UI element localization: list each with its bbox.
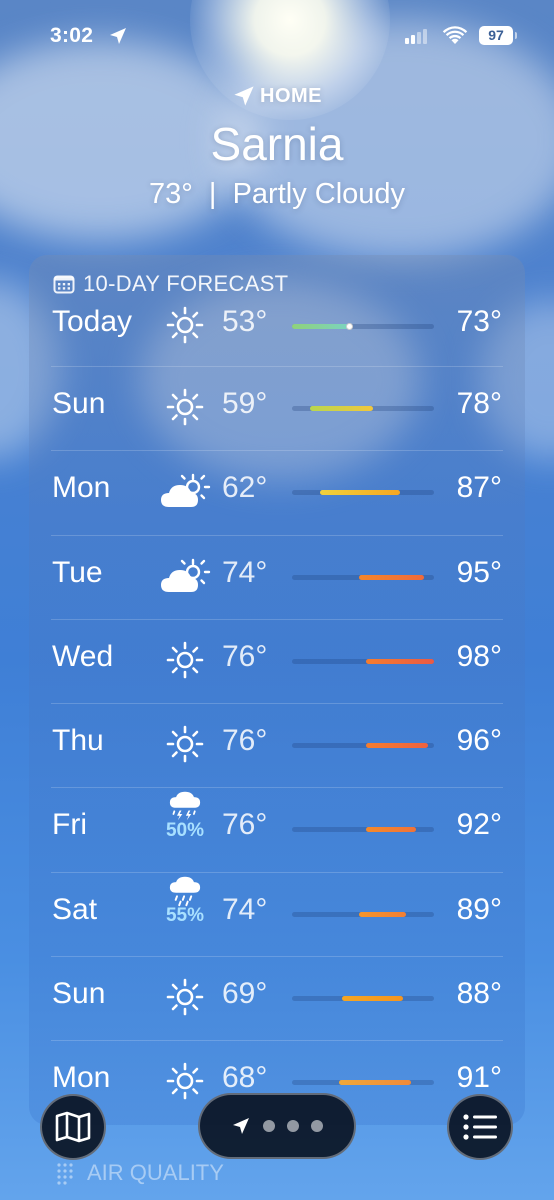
high-temp: 87°	[456, 471, 502, 505]
forecast-day: Mon	[52, 471, 111, 505]
temp-range-fill	[358, 574, 425, 580]
forecast-day: Fri	[52, 808, 87, 842]
forecast-row[interactable]: Fri 50% 76° 92°	[29, 788, 525, 873]
temp-range-fill	[358, 911, 406, 917]
map-icon	[55, 1111, 91, 1143]
high-temp: 73°	[456, 305, 502, 338]
forecast-day: Sun	[52, 387, 106, 420]
air-quality-icon	[57, 1163, 73, 1185]
precip-chance: 55%	[165, 904, 205, 926]
partly-cloudy-icon	[157, 550, 213, 602]
temp-range-bar	[292, 490, 434, 496]
air-quality-header: AIR QUALITY	[55, 1160, 224, 1186]
partly-cloudy-icon	[157, 465, 213, 517]
forecast-rows: Today 53° 73° Sun 59° 78° Mon 62° 87° Tue 74° 95° We…	[29, 285, 525, 1125]
list-icon	[463, 1114, 497, 1140]
sun-icon	[157, 718, 213, 770]
temp-range-fill	[365, 743, 429, 749]
forecast-row[interactable]: Wed 76° 98°	[29, 620, 525, 705]
rain-icon: 55%	[157, 875, 213, 927]
current-temp-dot	[345, 323, 353, 330]
precip-chance: 50%	[165, 820, 205, 842]
low-temp: 76°	[222, 808, 268, 842]
low-temp: 62°	[222, 471, 268, 505]
forecast-row[interactable]: Mon 62° 87°	[29, 451, 525, 536]
temp-range-fill	[341, 996, 403, 1002]
temp-range-bar	[292, 1080, 434, 1086]
low-temp: 74°	[222, 555, 268, 589]
temp-range-bar	[292, 827, 434, 833]
temp-range-bar	[292, 658, 434, 664]
location-pager[interactable]	[198, 1093, 356, 1159]
ten-day-forecast-card[interactable]: 10-DAY FORECAST Today 53° 73° Sun 59° 78° Mon 6…	[29, 255, 525, 1125]
battery-indicator: 97	[479, 26, 517, 45]
current-location-icon	[233, 1118, 249, 1134]
high-temp: 96°	[456, 724, 502, 758]
low-temp: 69°	[222, 977, 268, 1011]
map-button[interactable]	[40, 1094, 106, 1160]
sun-icon	[157, 299, 213, 351]
low-temp: 59°	[222, 387, 268, 420]
location-list-button[interactable]	[447, 1094, 513, 1160]
city-name: Sarnia	[210, 118, 344, 170]
forecast-row[interactable]: Thu 76° 96°	[29, 704, 525, 789]
sun-icon	[157, 1055, 213, 1107]
cellular-signal-icon	[405, 28, 427, 44]
temp-range-fill	[292, 324, 349, 329]
wifi-icon	[442, 26, 468, 44]
forecast-day: Sat	[52, 892, 98, 926]
forecast-row[interactable]: Sat 55% 74° 89°	[29, 873, 525, 958]
status-bar: 3:02 97	[0, 22, 554, 52]
page-dot[interactable]	[263, 1120, 275, 1132]
temp-range-bar	[292, 574, 434, 580]
forecast-row[interactable]: Today 53° 73°	[29, 285, 525, 367]
temp-range-bar	[292, 743, 434, 749]
location-arrow-icon	[234, 86, 254, 106]
temp-range-bar	[292, 406, 434, 411]
high-temp: 89°	[456, 892, 502, 926]
low-temp: 76°	[222, 639, 268, 673]
high-temp: 88°	[456, 977, 502, 1011]
forecast-row[interactable]: Tue 74° 95°	[29, 536, 525, 620]
forecast-day: Thu	[52, 724, 104, 758]
status-time: 3:02	[50, 24, 94, 47]
low-temp: 68°	[222, 1061, 268, 1095]
thunderstorm-icon: 50%	[157, 790, 213, 842]
low-temp: 74°	[222, 892, 268, 926]
page-dot[interactable]	[311, 1120, 323, 1132]
temp-range-fill	[338, 1080, 412, 1086]
high-temp: 95°	[456, 555, 502, 589]
forecast-day: Wed	[52, 639, 114, 673]
temp-range-fill	[310, 406, 373, 411]
temp-range-bar	[292, 911, 434, 917]
temp-range-fill	[365, 827, 416, 833]
high-temp: 92°	[456, 808, 502, 842]
page-dot[interactable]	[287, 1120, 299, 1132]
forecast-day: Mon	[52, 1061, 111, 1095]
temp-range-bar	[292, 323, 434, 330]
forecast-row[interactable]: Sun 59° 78°	[29, 367, 525, 452]
temp-range-fill	[320, 490, 400, 496]
temp-range-bar	[292, 996, 434, 1002]
low-temp: 53°	[222, 305, 268, 338]
sun-icon	[157, 971, 213, 1023]
location-header: HOME Sarnia 73° | Partly Cloudy	[0, 84, 554, 211]
high-temp: 98°	[456, 639, 502, 673]
home-label: HOME	[260, 84, 322, 107]
forecast-day: Sun	[52, 977, 106, 1011]
location-arrow-icon	[110, 28, 126, 44]
forecast-row[interactable]: Sun 69° 88°	[29, 957, 525, 1042]
air-quality-title: AIR QUALITY	[87, 1160, 224, 1185]
current-conditions: 73° | Partly Cloudy	[148, 178, 406, 210]
home-label-row: HOME	[0, 84, 554, 108]
sun-icon	[157, 381, 213, 433]
forecast-day: Today	[52, 305, 133, 338]
forecast-day: Tue	[52, 555, 103, 589]
sun-icon	[157, 634, 213, 686]
high-temp: 78°	[456, 387, 502, 420]
high-temp: 91°	[456, 1061, 502, 1095]
temp-range-fill	[365, 658, 434, 664]
low-temp: 76°	[222, 724, 268, 758]
